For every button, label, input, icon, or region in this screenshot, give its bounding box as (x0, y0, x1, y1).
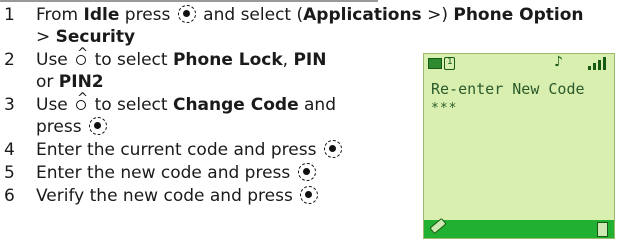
phone-screen: ♪ Re-enter New Code *** (423, 53, 615, 239)
navigation-key-icon (75, 88, 88, 114)
code-entry: *** (431, 101, 458, 116)
step-number: 5 (4, 163, 15, 183)
signal-strength-icon (586, 56, 612, 70)
select-key-icon (323, 140, 342, 158)
step-text-part: or (36, 72, 59, 92)
step-text-continued: press (36, 116, 109, 138)
pin-label: PIN (293, 50, 327, 70)
step-text-part: Use (36, 95, 74, 115)
step-text-part: Enter the new code and press (36, 163, 296, 183)
top-rule (0, 0, 378, 2)
security-label: Security (55, 27, 136, 47)
select-key-icon (88, 117, 107, 135)
step-text-part: to select (89, 50, 173, 70)
step-text: Enter the current code and press (36, 139, 344, 161)
step-text: Use to select Phone Lock, PIN (36, 43, 327, 71)
phone-option-label: Phone Option (453, 5, 584, 25)
status-bar: ♪ (424, 54, 614, 72)
line-1-icon (444, 57, 455, 70)
step-number: 1 (4, 5, 15, 25)
change-code-label: Change Code (172, 95, 299, 115)
step-text-continued: or PIN2 (36, 71, 104, 93)
select-key-icon (300, 186, 319, 204)
idle-label: Idle (83, 5, 120, 25)
step-number: 3 (4, 95, 15, 115)
phonebook-icon[interactable] (597, 222, 608, 237)
step-number: 4 (4, 140, 15, 160)
step-number: 2 (4, 50, 15, 70)
step-text-part: and select ( (197, 5, 304, 25)
step-text: From Idle press and select (Applications… (36, 4, 584, 26)
step-text-part: to select (89, 95, 173, 115)
step-text-part: Use (36, 50, 74, 70)
battery-icon (428, 58, 442, 69)
step-text-part: > (36, 27, 56, 47)
step-text: Verify the new code and press (36, 185, 320, 207)
pen-icon[interactable] (429, 217, 447, 235)
navigation-key-icon (75, 43, 88, 69)
step-text-part: Verify the new code and press (36, 186, 299, 206)
step-text-part: , (282, 50, 294, 70)
music-icon: ♪ (554, 54, 563, 70)
step-text-part: >) (421, 5, 454, 25)
step-text-part: and (298, 95, 336, 115)
step-text-part: press (119, 5, 176, 25)
step-text-part: Enter the current code and press (36, 140, 322, 160)
phone-message: Re-enter New Code (431, 80, 585, 98)
select-key-icon (177, 5, 196, 23)
step-number: 6 (4, 186, 15, 206)
step-text: Use to select Change Code and (36, 88, 336, 116)
softkey-bar (424, 217, 614, 238)
applications-label: Applications (303, 5, 422, 25)
select-key-icon (297, 163, 316, 181)
phone-lock-label: Phone Lock (172, 50, 283, 70)
step-text: Enter the new code and press (36, 162, 318, 184)
step-text-part: press (36, 117, 87, 137)
step-text-part: From (36, 5, 84, 25)
